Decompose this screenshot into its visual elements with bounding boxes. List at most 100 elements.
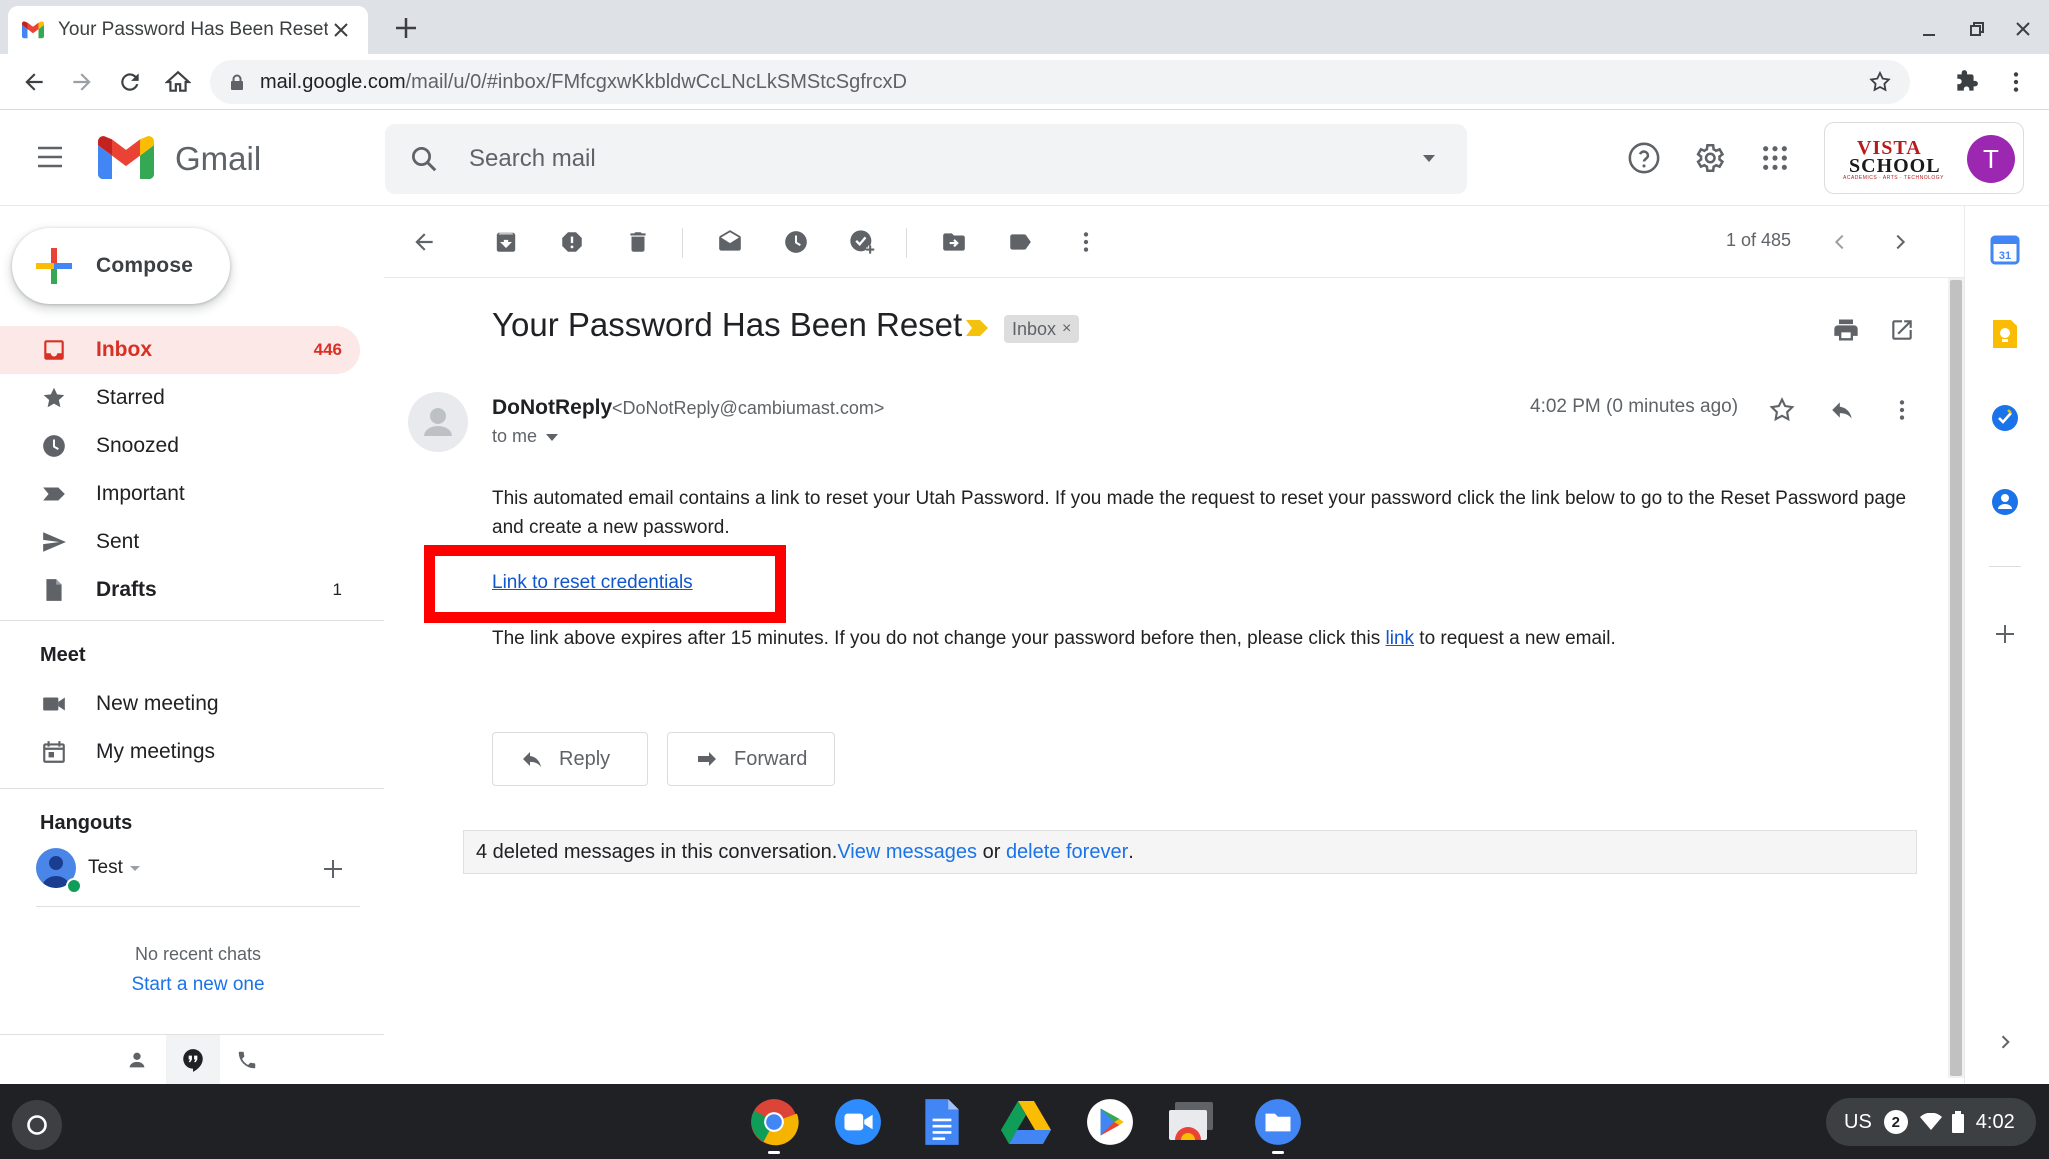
more-options-icon[interactable]: [1070, 226, 1102, 258]
hangouts-user[interactable]: Test: [36, 848, 141, 894]
add-to-tasks-icon[interactable]: [846, 226, 878, 258]
chrome-app-icon[interactable]: [748, 1096, 800, 1154]
reply-button[interactable]: Reply: [492, 732, 648, 786]
google-tasks-icon[interactable]: [1987, 400, 2023, 436]
extensions-icon[interactable]: [1950, 66, 1982, 98]
new-meeting-item[interactable]: New meeting: [0, 680, 360, 728]
restore-icon[interactable]: [1962, 14, 1992, 44]
no-recent-chats-text: No recent chats: [134, 944, 262, 964]
forward-button[interactable]: Forward: [667, 732, 835, 786]
back-icon[interactable]: [18, 66, 50, 98]
browser-menu-icon[interactable]: [2000, 66, 2032, 98]
browser-toolbar: mail.google.com/mail/u/0/#inbox/FMfcgxwK…: [0, 54, 2049, 110]
sender-name[interactable]: DoNotReply: [492, 396, 612, 420]
browser-tab[interactable]: Your Password Has Been Reset -: [8, 6, 368, 54]
sidebar-item-sent[interactable]: Sent: [0, 518, 360, 566]
url-host: mail.google.com: [260, 70, 406, 93]
view-messages-link[interactable]: View messages: [837, 841, 977, 864]
video-camera-icon: [40, 690, 68, 718]
important-marker-icon[interactable]: [964, 318, 990, 338]
newer-chevron-left-icon[interactable]: [1824, 226, 1856, 258]
open-new-window-icon[interactable]: [1886, 314, 1918, 346]
compose-plus-icon: [36, 248, 72, 284]
hangouts-bottom-bar: [0, 1034, 384, 1085]
search-icon[interactable]: [409, 144, 439, 174]
gmail-logo-icon[interactable]: [98, 136, 154, 180]
forward-icon[interactable]: [66, 66, 98, 98]
google-calendar-icon[interactable]: 31: [1987, 232, 2023, 268]
compose-button[interactable]: Compose: [12, 228, 230, 304]
inbox-label-chip[interactable]: Inbox ×: [1004, 315, 1080, 343]
print-icon[interactable]: [1830, 314, 1862, 346]
divider: [0, 620, 384, 621]
remove-label-icon[interactable]: ×: [1062, 320, 1071, 338]
reload-icon[interactable]: [114, 66, 146, 98]
sidebar-item-drafts[interactable]: Drafts 1: [0, 566, 360, 614]
delete-trash-icon[interactable]: [622, 226, 654, 258]
settings-gear-icon[interactable]: [1691, 140, 1727, 176]
status-tray[interactable]: US 2 4:02: [1826, 1098, 2036, 1146]
apps-grid-icon[interactable]: [1757, 140, 1793, 176]
google-contacts-icon[interactable]: [1987, 484, 2023, 520]
calendar-icon: [40, 738, 68, 766]
important-icon: [40, 480, 68, 508]
move-to-icon[interactable]: [938, 226, 970, 258]
help-icon[interactable]: [1626, 140, 1662, 176]
archive-icon[interactable]: [490, 226, 522, 258]
back-to-inbox-icon[interactable]: [408, 226, 440, 258]
star-message-icon[interactable]: [1764, 392, 1800, 428]
account-avatar[interactable]: T: [1967, 135, 2015, 183]
screencast-app-icon[interactable]: [1166, 1096, 1218, 1148]
reply-icon[interactable]: [1824, 392, 1860, 428]
notification-count-badge: 2: [1883, 1110, 1908, 1134]
get-addons-plus-icon[interactable]: [1987, 616, 2023, 652]
home-icon[interactable]: [162, 66, 194, 98]
message-more-icon[interactable]: [1884, 392, 1920, 428]
bookmark-star-icon[interactable]: [1868, 70, 1892, 94]
google-docs-app-icon[interactable]: [916, 1096, 968, 1148]
close-window-icon[interactable]: [2008, 14, 2038, 44]
mark-unread-icon[interactable]: [714, 226, 746, 258]
sidebar-item-important[interactable]: Important: [0, 470, 360, 518]
address-bar[interactable]: mail.google.com/mail/u/0/#inbox/FMfcgxwK…: [210, 60, 1910, 104]
tab-close-icon[interactable]: [328, 17, 354, 43]
contacts-person-icon[interactable]: [122, 1045, 152, 1075]
google-keep-icon[interactable]: [1987, 316, 2023, 352]
main-menu-icon[interactable]: [36, 144, 64, 170]
new-chat-plus-icon[interactable]: [322, 858, 344, 880]
my-meetings-item[interactable]: My meetings: [0, 728, 360, 776]
label-tag-icon[interactable]: [1004, 226, 1036, 258]
reset-credentials-link[interactable]: Link to reset credentials: [492, 572, 693, 594]
zoom-app-icon[interactable]: [832, 1096, 884, 1148]
sender-avatar[interactable]: [408, 392, 468, 452]
scrollbar-thumb[interactable]: [1950, 280, 1962, 1076]
clock-icon: [40, 432, 68, 460]
older-chevron-right-icon[interactable]: [1884, 226, 1916, 258]
gmail-header: Gmail VISTA SCHOOL ACADEMICS · ARTS · TE…: [0, 110, 2049, 206]
sidebar-item-inbox[interactable]: Inbox 446: [0, 326, 360, 374]
search-options-icon[interactable]: [1421, 152, 1437, 164]
play-store-app-icon[interactable]: [1084, 1096, 1136, 1148]
request-new-email-link[interactable]: link: [1386, 628, 1415, 649]
inbox-icon: [40, 336, 68, 364]
account-switcher[interactable]: VISTA SCHOOL ACADEMICS · ARTS · TECHNOLO…: [1824, 122, 2024, 194]
minimize-icon[interactable]: [1914, 14, 1944, 44]
expand-panel-chevron-icon[interactable]: [1987, 1024, 2023, 1060]
hangouts-chat-icon[interactable]: [178, 1045, 208, 1075]
new-tab-icon[interactable]: [392, 14, 420, 42]
files-app-icon[interactable]: [1252, 1096, 1304, 1154]
delete-forever-link[interactable]: delete forever: [1006, 841, 1128, 864]
recipient-details[interactable]: to me: [492, 426, 559, 447]
chevron-down-icon[interactable]: [545, 432, 559, 442]
launcher-icon[interactable]: [12, 1100, 62, 1150]
phone-icon[interactable]: [232, 1045, 262, 1075]
sidebar-item-snoozed[interactable]: Snoozed: [0, 422, 360, 470]
search-input[interactable]: [469, 124, 1369, 194]
google-drive-app-icon[interactable]: [1000, 1096, 1052, 1148]
gmail-wordmark: Gmail: [175, 140, 262, 177]
report-spam-icon[interactable]: [556, 226, 588, 258]
snooze-clock-icon[interactable]: [780, 226, 812, 258]
sidebar-item-starred[interactable]: Starred: [0, 374, 360, 422]
chevron-down-icon: [129, 863, 141, 873]
start-new-chat-link[interactable]: Start a new one: [0, 974, 396, 996]
